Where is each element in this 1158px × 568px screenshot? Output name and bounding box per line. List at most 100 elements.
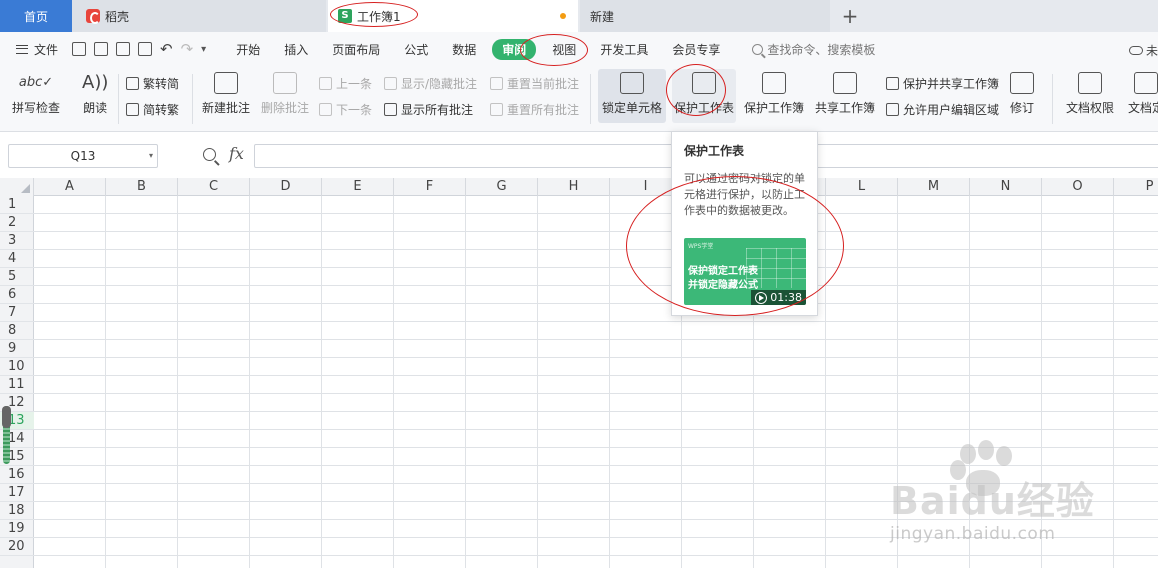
print-icon[interactable] [116,42,131,56]
share-workbook-button[interactable]: 共享工作簿 [815,66,875,116]
tab-workbook[interactable]: S 工作簿1 [328,0,578,32]
read-aloud-label: 朗读 [83,101,108,115]
export-pdf-icon[interactable] [94,42,109,56]
protect-workbook-button[interactable]: 保护工作簿 [744,66,804,116]
select-all-corner[interactable] [0,178,34,196]
scroll-grip-handle[interactable] [2,406,11,428]
column-header[interactable]: G [466,178,538,196]
tab-review[interactable]: 审阅 [492,38,537,60]
row-header[interactable]: 11 [0,376,34,394]
spellcheck-button[interactable]: abc✓ 拼写检查 [12,66,60,116]
tab-formulas[interactable]: 公式 [392,41,440,58]
tab-start[interactable]: 开始 [224,41,272,58]
column-header[interactable]: P [1114,178,1158,196]
undo-icon[interactable]: ↶ [160,42,173,57]
allow-edit-ranges-button[interactable]: 允许用户编辑区域 [886,101,999,118]
separator [118,74,119,124]
row-header[interactable]: 9 [0,340,34,358]
column-header[interactable]: H [538,178,610,196]
column-header[interactable]: C [178,178,250,196]
function-icon[interactable]: fx [229,144,244,163]
doc-finalize-button[interactable]: 文档定 [1128,66,1158,116]
tab-member[interactable]: 会员专享 [660,41,732,58]
previous-comment-button[interactable]: 上一条 [319,75,372,92]
protect-and-share-button[interactable]: 保护并共享工作簿 [886,75,999,92]
lock-cells-button[interactable]: 锁定单元格 [598,69,666,123]
delete-comment-button[interactable]: 删除批注 [261,66,309,116]
tab-data[interactable]: 数据 [440,41,488,58]
file-menu-button[interactable]: 文件 [16,41,58,58]
protect-workbook-icon [762,72,786,94]
column-header[interactable]: O [1042,178,1114,196]
row-header[interactable]: 20 [0,538,34,556]
reset-current-comment-button[interactable]: 重置当前批注 [490,75,579,92]
tab-daoke[interactable]: 稻壳 [72,0,326,32]
row-header[interactable]: 18 [0,502,34,520]
show-all-comments-label: 显示所有批注 [401,103,474,117]
reset-all-comments-button[interactable]: 重置所有批注 [490,101,579,118]
row-header[interactable]: 10 [0,358,34,376]
column-header[interactable]: B [106,178,178,196]
tab-developer[interactable]: 开发工具 [588,41,660,58]
column-header[interactable]: D [250,178,322,196]
show-all-comments-button[interactable]: 显示所有批注 [384,101,473,118]
row-header[interactable]: 7 [0,304,34,322]
column-header[interactable]: F [394,178,466,196]
row-header[interactable]: 3 [0,232,34,250]
column-header[interactable]: A [34,178,106,196]
row-header[interactable]: 16 [0,466,34,484]
tutorial-video-thumbnail[interactable]: WPS学堂 保护锁定工作表 并锁定隐藏公式 01:38 [684,238,806,305]
show-hide-comments-label: 显示/隐藏批注 [401,77,478,91]
watermark-brand: Baidu经验 [890,479,1095,523]
row-header[interactable]: 2 [0,214,34,232]
row-header[interactable]: 8 [0,322,34,340]
cloud-icon [1128,46,1143,55]
simp-to-trad-button[interactable]: 简转繁 [126,101,179,118]
tab-view[interactable]: 视图 [540,41,588,58]
track-changes-button[interactable]: 修订 [1010,66,1034,116]
redo-icon[interactable]: ↷ [181,42,194,57]
video-duration-badge: 01:38 [751,290,806,305]
trad-to-simp-button[interactable]: 繁转简 [126,75,179,92]
read-aloud-button[interactable]: A)) 朗读 [82,66,108,116]
row-header[interactable]: 5 [0,268,34,286]
new-comment-button[interactable]: 新建批注 [202,66,250,116]
command-search[interactable]: 查找命令、搜索模板 [752,41,875,58]
column-header[interactable]: E [322,178,394,196]
row-header[interactable]: 17 [0,484,34,502]
show-hide-comments-button[interactable]: 显示/隐藏批注 [384,75,477,92]
search-icon [752,43,764,55]
lock-cells-icon [620,72,644,94]
protect-sheet-button[interactable]: 保护工作表 [672,69,736,123]
row-header[interactable]: 1 [0,196,34,214]
column-header[interactable]: L [826,178,898,196]
row-header[interactable]: 4 [0,250,34,268]
previous-label: 上一条 [336,77,373,91]
row-header[interactable]: 6 [0,286,34,304]
name-box[interactable]: Q13 ▾ [8,144,158,168]
row-header[interactable]: 19 [0,520,34,538]
add-tab-button[interactable]: + [836,0,864,32]
column-header[interactable]: M [898,178,970,196]
tab-workbook-label: 工作簿1 [357,9,401,24]
tab-daoke-label: 稻壳 [105,9,130,24]
trad-to-simp-label: 繁转简 [143,77,180,91]
row-headers: 1 2 3 4 5 6 7 8 9 10 11 12 13 14 15 16 17 18 19 20 [0,196,34,568]
zoom-icon[interactable] [203,148,216,161]
print-preview-icon[interactable] [138,42,153,56]
tab-page-layout[interactable]: 页面布局 [320,41,392,58]
cloud-status[interactable]: 未 [1128,42,1158,59]
lock-cells-label: 锁定单元格 [601,101,662,115]
separator [590,74,591,124]
column-header[interactable]: N [970,178,1042,196]
track-changes-icon [1010,72,1034,94]
tab-new[interactable]: 新建 [580,0,830,32]
customize-caret-icon[interactable]: ▾ [201,44,206,55]
next-comment-button[interactable]: 下一条 [319,101,372,118]
save-icon[interactable] [72,42,87,56]
share-workbook-icon [833,72,857,94]
doc-permissions-button[interactable]: 文档权限 [1066,66,1114,116]
tab-insert[interactable]: 插入 [272,41,320,58]
tab-home[interactable]: 首页 [0,0,72,32]
trad-to-simp-icon [126,77,139,90]
